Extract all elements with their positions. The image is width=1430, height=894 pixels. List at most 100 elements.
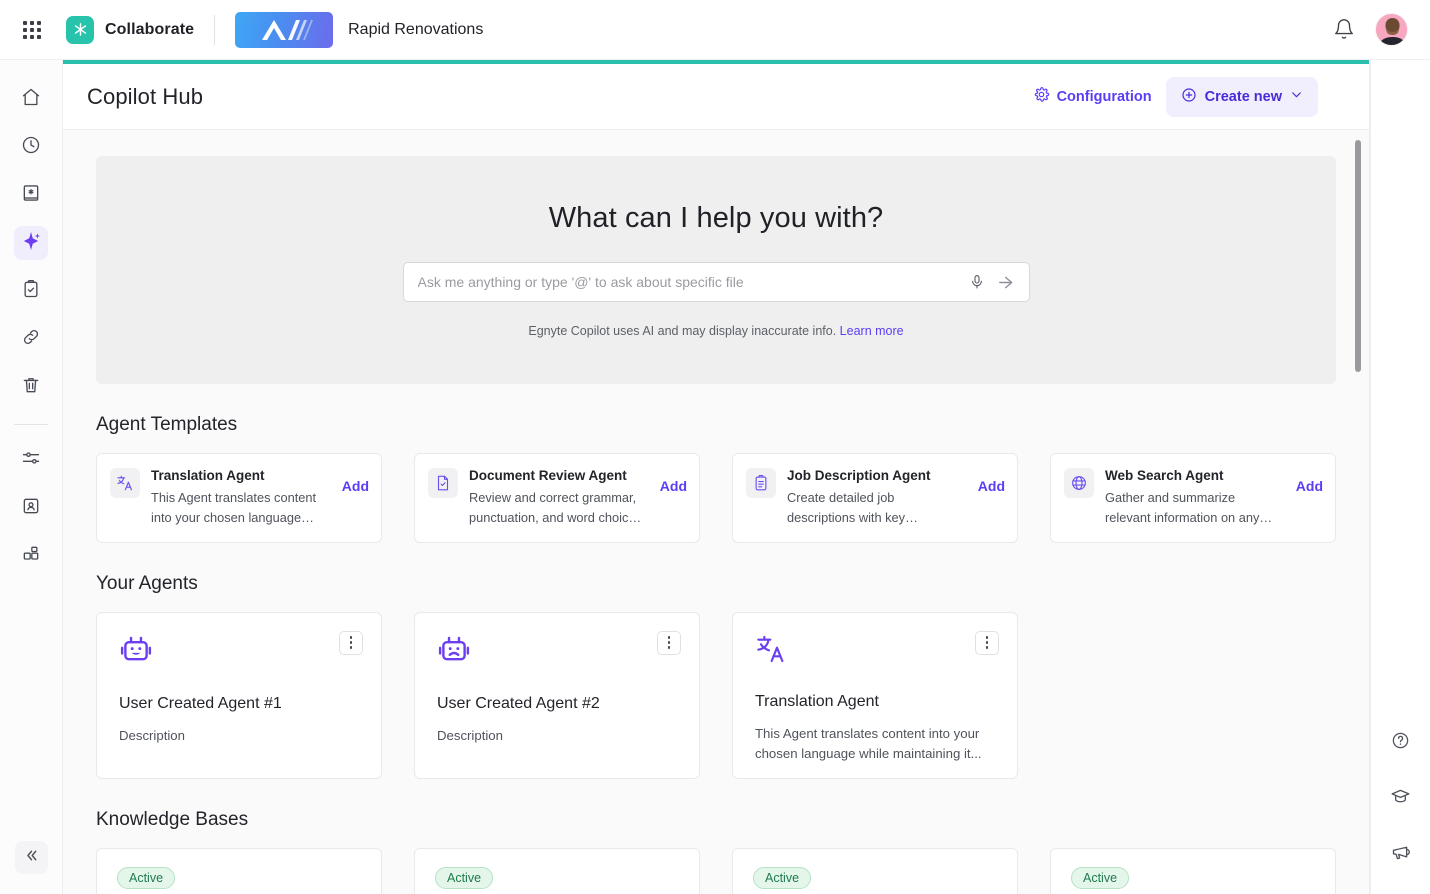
agent-description: This Agent translates content into your … xyxy=(755,724,997,765)
microphone-icon[interactable] xyxy=(967,272,987,292)
create-new-button[interactable]: Create new xyxy=(1166,77,1318,117)
copilot-hero: What can I help you with? xyxy=(96,156,1336,384)
sidebar-collapse-button[interactable] xyxy=(15,841,48,874)
blocks-icon xyxy=(21,544,41,569)
agent-template-description: Review and correct grammar, punctuation,… xyxy=(469,488,643,528)
page-title: Copilot Hub xyxy=(87,84,203,110)
top-bar-actions xyxy=(1333,13,1408,46)
sidebar-item-links[interactable] xyxy=(14,322,48,356)
document-check-icon xyxy=(428,468,458,498)
agent-template-card[interactable]: Job Description Agent Create detailed jo… xyxy=(732,453,1018,543)
agent-card[interactable]: Translation Agent This Agent translates … xyxy=(732,612,1018,779)
collaborate-logo-icon xyxy=(66,16,94,44)
translate-icon xyxy=(755,633,997,670)
sidebar-item-shared[interactable] xyxy=(14,178,48,212)
knowledge-base-card[interactable]: Active xyxy=(1050,848,1336,894)
add-template-button[interactable]: Add xyxy=(978,478,1005,494)
sidebar-item-recent[interactable] xyxy=(14,130,48,164)
agent-templates-title: Agent Templates xyxy=(96,414,1336,436)
knowledge-bases-title: Knowledge Bases xyxy=(96,809,1336,831)
avatar[interactable] xyxy=(1375,13,1408,46)
knowledge-base-card[interactable]: Active xyxy=(96,848,382,894)
sidebar-item-apps[interactable] xyxy=(14,539,48,573)
bell-icon[interactable] xyxy=(1333,18,1357,42)
knowledge-bases-grid: Active Active xyxy=(96,848,1336,894)
chevron-double-left-icon xyxy=(23,847,40,869)
help-button[interactable] xyxy=(1384,726,1418,760)
agent-card[interactable]: User Created Agent #2 Description xyxy=(414,612,700,779)
graduation-cap-icon xyxy=(1390,786,1411,812)
help-circle-icon xyxy=(1391,731,1410,755)
clipboard-check-icon xyxy=(21,279,41,304)
sidebar-item-trash[interactable] xyxy=(14,370,48,404)
ask-copilot-bar[interactable] xyxy=(403,262,1030,302)
agent-template-description: Create detailed job descriptions with ke… xyxy=(787,488,961,528)
knowledge-base-card[interactable]: Active xyxy=(414,848,700,894)
sliders-icon xyxy=(21,448,41,473)
book-icon xyxy=(21,183,41,208)
agent-template-name: Web Search Agent xyxy=(1105,468,1279,485)
add-template-button[interactable]: Add xyxy=(660,478,687,494)
kebab-menu-icon[interactable] xyxy=(339,631,363,655)
content-inner: What can I help you with? xyxy=(63,130,1370,894)
globe-icon xyxy=(1064,468,1094,498)
right-sidebar xyxy=(1370,60,1430,894)
agent-template-card[interactable]: Document Review Agent Review and correct… xyxy=(414,453,700,543)
hero-disclaimer: Egnyte Copilot uses AI and may display i… xyxy=(528,324,903,338)
translate-icon xyxy=(110,468,140,498)
header-divider xyxy=(214,15,215,45)
agent-name: User Created Agent #2 xyxy=(437,695,679,713)
kebab-menu-icon[interactable] xyxy=(657,631,681,655)
agent-template-card[interactable]: Translation Agent This Agent translates … xyxy=(96,453,382,543)
kebab-dots xyxy=(986,636,989,649)
sidebar-item-copilot[interactable] xyxy=(14,226,48,260)
robot-smile-icon xyxy=(119,633,361,672)
add-template-button[interactable]: Add xyxy=(1296,478,1323,494)
status-badge: Active xyxy=(117,867,175,889)
clock-icon xyxy=(21,135,41,160)
content-scroll-area[interactable]: What can I help you with? xyxy=(63,130,1370,894)
robot-sad-icon xyxy=(437,633,679,672)
gear-icon xyxy=(1033,86,1050,107)
agent-description: Description xyxy=(437,726,679,746)
status-badge: Active xyxy=(435,867,493,889)
announcements-button[interactable] xyxy=(1384,838,1418,872)
sidebar-item-tasks[interactable] xyxy=(14,274,48,308)
agent-template-name: Job Description Agent xyxy=(787,468,961,485)
agent-name: Translation Agent xyxy=(755,693,997,711)
sidebar-item-contacts[interactable] xyxy=(14,491,48,525)
page-header-actions: Configuration Create new xyxy=(1033,77,1318,117)
add-template-button[interactable]: Add xyxy=(342,478,369,494)
configuration-button[interactable]: Configuration xyxy=(1033,86,1152,107)
sidebar-item-home[interactable] xyxy=(14,82,48,116)
brand-block[interactable]: Collaborate xyxy=(66,16,194,44)
status-badge: Active xyxy=(1071,867,1129,889)
agent-card[interactable]: User Created Agent #1 Description xyxy=(96,612,382,779)
agent-template-body: Translation Agent This Agent translates … xyxy=(151,468,325,528)
rapid-renovations-logo-icon xyxy=(235,12,333,48)
search-input[interactable] xyxy=(418,274,967,290)
home-icon xyxy=(21,87,41,112)
agent-template-name: Document Review Agent xyxy=(469,468,643,485)
agent-template-name: Translation Agent xyxy=(151,468,325,485)
id-card-icon xyxy=(21,496,41,521)
left-sidebar xyxy=(0,60,63,894)
chevron-down-icon xyxy=(1290,88,1303,105)
learning-button[interactable] xyxy=(1384,782,1418,816)
agent-template-card[interactable]: Web Search Agent Gather and summarize re… xyxy=(1050,453,1336,543)
kebab-dots xyxy=(350,636,353,649)
knowledge-base-card[interactable]: Active xyxy=(732,848,1018,894)
scrollbar-thumb[interactable] xyxy=(1355,140,1361,372)
scrollbar-track[interactable] xyxy=(1354,130,1362,894)
agent-template-body: Job Description Agent Create detailed jo… xyxy=(787,468,961,528)
org-name: Rapid Renovations xyxy=(348,21,483,39)
status-badge: Active xyxy=(753,867,811,889)
sidebar-item-settings[interactable] xyxy=(14,443,48,477)
main-panel: Copilot Hub Configuration Create new xyxy=(63,60,1370,894)
apps-grid-icon[interactable] xyxy=(18,16,46,44)
learn-more-link[interactable]: Learn more xyxy=(840,324,904,338)
send-icon[interactable] xyxy=(997,272,1017,292)
kebab-menu-icon[interactable] xyxy=(975,631,999,655)
trash-icon xyxy=(21,375,41,400)
agent-templates-grid: Translation Agent This Agent translates … xyxy=(96,453,1336,543)
